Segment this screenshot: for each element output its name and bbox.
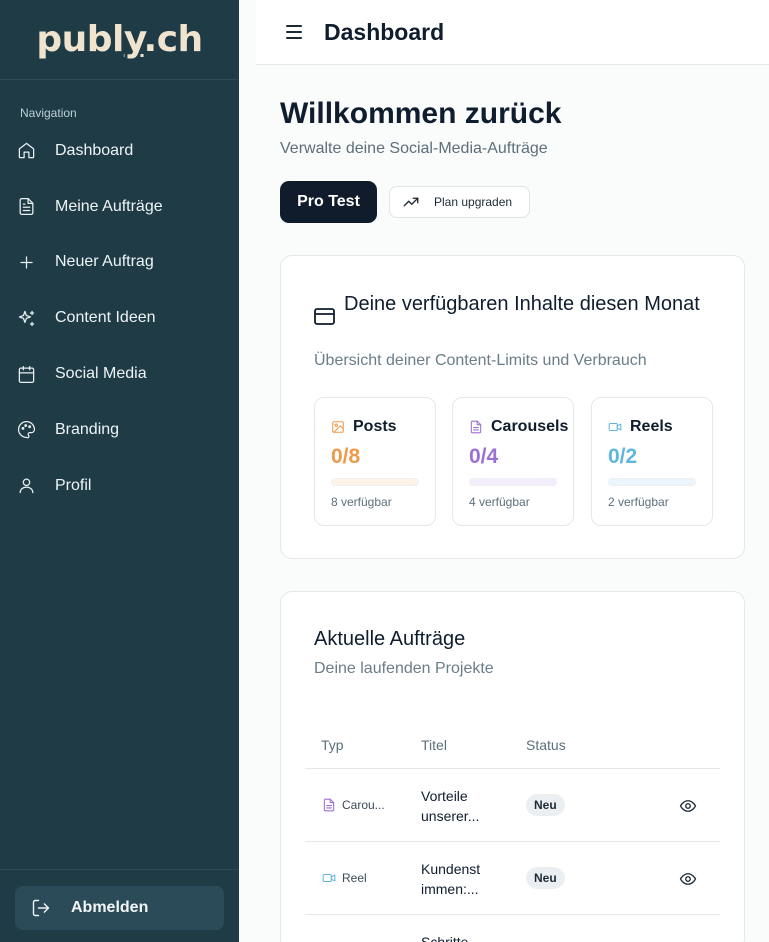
sidebar-item-label: Neuer Auftrag: [55, 253, 154, 271]
user-icon: [16, 476, 36, 496]
logout-label: Abmelden: [71, 899, 149, 916]
sidebar-item-content-ideen[interactable]: Content Ideen: [0, 290, 239, 346]
limits-card-title: Deine verfügbaren Inhalte diesen Monat: [344, 293, 700, 315]
file-icon: [323, 798, 335, 812]
order-type-label: Reel: [342, 871, 367, 885]
file-icon: [16, 197, 36, 217]
eye-icon[interactable]: [679, 797, 697, 815]
sidebar-item-label: Profil: [55, 476, 92, 494]
credit-card-icon: [314, 308, 335, 325]
limit-available: 2 verfügbar: [608, 495, 669, 509]
image-icon: [332, 421, 344, 433]
table-row[interactable]: Schritte: [305, 915, 720, 942]
limit-progress: [331, 478, 419, 486]
limit-value: 0/8: [331, 445, 361, 468]
header-title: Dashboard: [324, 18, 445, 45]
orders-table: Typ Titel Status Carou... Vorteile unser…: [305, 722, 720, 942]
limit-carousels: Carousels 0/4 4 verfügbar: [452, 397, 574, 526]
sidebar-item-dashboard[interactable]: Dashboard: [0, 123, 239, 179]
sidebar-item-meine-auftraege[interactable]: Meine Aufträge: [0, 179, 239, 235]
sidebar-item-social-media[interactable]: Social Media: [0, 346, 239, 402]
order-title: Vorteile unserer...: [421, 788, 480, 824]
plan-badge: Pro Test: [280, 181, 377, 223]
logo-text-3: .ch: [143, 19, 204, 60]
video-icon: [608, 422, 622, 432]
plus-icon: [16, 252, 36, 272]
status-badge: Neu: [526, 794, 565, 816]
order-title: Kundenst immen:...: [421, 861, 481, 897]
sidebar-item-branding[interactable]: Branding: [0, 402, 239, 458]
sidebar-item-neuer-auftrag[interactable]: Neuer Auftrag: [0, 235, 239, 291]
menu-icon[interactable]: [286, 25, 302, 39]
sidebar-item-label: Social Media: [55, 365, 147, 383]
nav-section-label: Navigation: [20, 106, 77, 120]
limit-value: 0/4: [469, 445, 499, 468]
sparkles-icon: [16, 308, 36, 328]
page-subtitle: Verwalte deine Social-Media-Aufträge: [280, 140, 548, 157]
sidebar-item-label: Content Ideen: [55, 309, 156, 327]
limit-progress: [469, 478, 557, 486]
orders-card-title: Aktuelle Aufträge: [314, 628, 466, 650]
page-title: Willkommen zurück: [280, 97, 562, 130]
limits-card-subtitle: Übersicht deiner Content-Limits und Verb…: [314, 352, 647, 369]
eye-icon[interactable]: [679, 870, 697, 888]
limit-label: Posts: [353, 418, 397, 435]
column-header-status[interactable]: Status: [526, 737, 566, 753]
limit-available: 4 verfügbar: [469, 495, 530, 509]
order-type: Carou...: [322, 798, 385, 812]
limit-reels: Reels 0/2 2 verfügbar: [591, 397, 713, 526]
upgrade-plan-label: Plan upgraden: [434, 195, 513, 209]
table-header: Typ Titel Status: [305, 722, 720, 769]
logo-text-1: publ: [36, 19, 124, 60]
order-type-label: Carou...: [342, 798, 385, 812]
limit-label: Carousels: [491, 418, 569, 435]
limit-label: Reels: [630, 418, 673, 435]
order-title: Schritte: [421, 934, 469, 942]
sidebar-item-label: Branding: [55, 420, 120, 438]
limit-progress: [608, 478, 696, 486]
status-badge: Neu: [526, 867, 565, 889]
logo-area: publy.ch: [0, 0, 239, 80]
sidebar: publy.ch Navigation Dashboard Meine Auft…: [0, 0, 239, 942]
logo-text-2: y: [123, 19, 144, 60]
sidebar-item-label: Meine Aufträge: [55, 197, 163, 215]
sidebar-item-profil[interactable]: Profil: [0, 458, 239, 514]
table-row[interactable]: Reel Kundenst immen:... Neu: [305, 842, 720, 915]
limit-value: 0/2: [608, 445, 638, 468]
table-row[interactable]: Carou... Vorteile unserer... Neu: [305, 769, 720, 842]
home-icon: [16, 141, 36, 161]
file-icon: [470, 420, 482, 434]
orders-card-subtitle: Deine laufenden Projekte: [314, 660, 494, 677]
order-type: Reel: [322, 871, 367, 885]
limit-available: 8 verfügbar: [331, 495, 392, 509]
sidebar-nav: Dashboard Meine Aufträge Neuer Auftrag C…: [0, 123, 239, 514]
sidebar-footer: Abmelden: [0, 869, 239, 942]
upgrade-plan-button[interactable]: Plan upgraden: [389, 186, 530, 218]
logo[interactable]: publy.ch: [36, 19, 204, 60]
video-icon: [322, 873, 336, 883]
trending-up-icon: [403, 197, 419, 207]
logout-icon: [32, 899, 50, 917]
column-header-type[interactable]: Typ: [321, 737, 344, 753]
logout-button[interactable]: Abmelden: [15, 886, 224, 930]
calendar-icon: [16, 364, 36, 384]
palette-icon: [16, 420, 36, 440]
column-header-title[interactable]: Titel: [421, 737, 447, 753]
sidebar-item-label: Dashboard: [55, 141, 134, 159]
top-header: Dashboard: [256, 0, 769, 65]
content-limits-card: Deine verfügbaren Inhalte diesen Monat Ü…: [280, 255, 745, 559]
limit-posts: Posts 0/8 8 verfügbar: [314, 397, 436, 526]
